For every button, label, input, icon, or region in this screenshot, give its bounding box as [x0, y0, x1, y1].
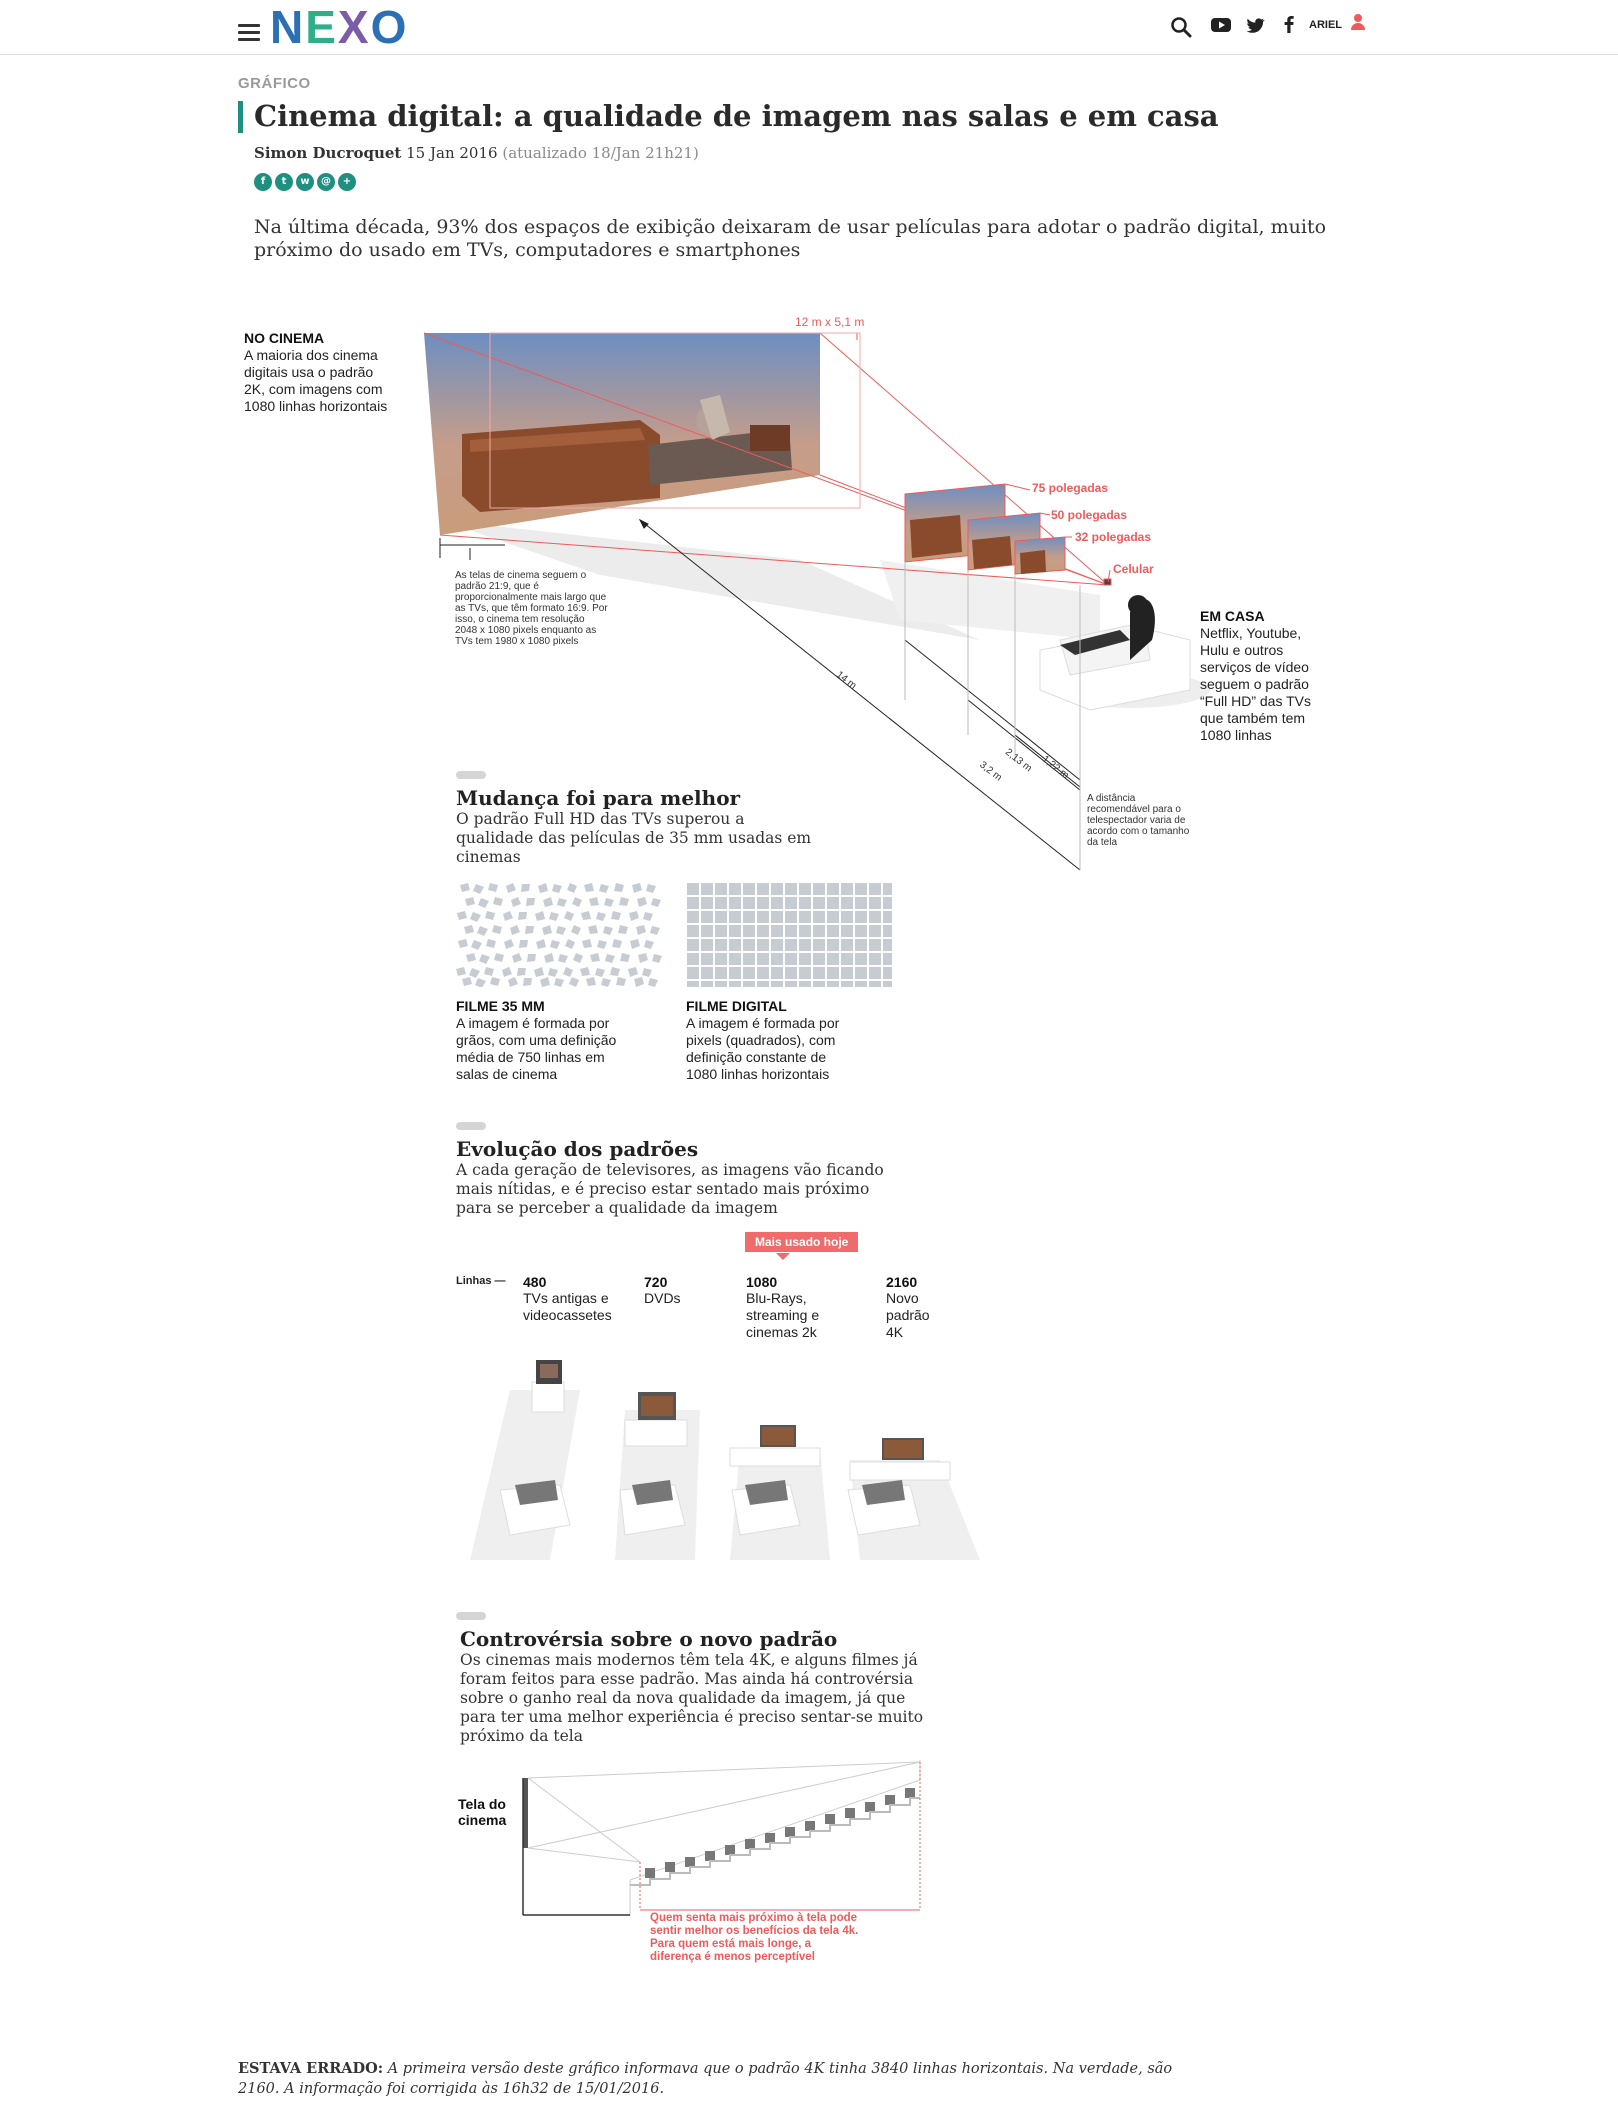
tv-generations-illustration: [470, 1360, 980, 1560]
digital-film-description: A imagem é formada por pixels (quadrados…: [686, 1015, 840, 1082]
cinema-screen-label: Tela do cinema: [458, 1796, 507, 1828]
tv32-label: 32 polegadas: [1075, 530, 1152, 544]
seat-rows: [645, 1788, 915, 1878]
correction-note: ESTAVA ERRADO: A primeira versão deste g…: [238, 2059, 1178, 2099]
seat-distance-note: Quem senta mais próximo à tela pode sent…: [650, 1912, 859, 1963]
standard-480: 480 TVs antigas e videocassetes: [523, 1274, 612, 1323]
home-description: Netflix, Youtube, Hulu e outros serviços…: [1200, 625, 1311, 743]
section3-heading: Controvérsia sobre o novo padrão: [460, 1627, 838, 1651]
aspect-ratio-note: As telas de cinema seguem o padrão 21:9,…: [455, 570, 608, 647]
digital-pixel-grid: [686, 882, 892, 987]
phone-label: Celular: [1113, 562, 1154, 576]
home-heading: EM CASA: [1200, 608, 1265, 624]
section1-text: O padrão Full HD das TVs superou a quali…: [456, 810, 812, 866]
section2-text: A cada geração de televisores, as imagen…: [456, 1161, 884, 1217]
digital-film-heading: FILME DIGITAL: [686, 998, 787, 1014]
section3-text: Os cinemas mais modernos têm tela 4K, e …: [460, 1651, 924, 1745]
badge-pointer: [776, 1253, 790, 1260]
phone-device: [1103, 578, 1112, 586]
cinema-screen-size: 12 m x 5,1 m: [795, 315, 865, 329]
lines-axis-label: Linhas —: [456, 1275, 506, 1287]
standard-720: 720 DVDs: [644, 1274, 681, 1306]
cinema-vs-home-illustration: [423, 332, 1210, 871]
section-marker: [456, 771, 486, 779]
section-marker: [456, 1612, 486, 1620]
tv50-label: 50 polegadas: [1051, 508, 1128, 522]
standard-1080: 1080 Blu-Rays, streaming e cinemas 2k: [746, 1274, 820, 1340]
correction-label: ESTAVA ERRADO:: [238, 2060, 384, 2077]
film-35mm-heading: FILME 35 MM: [456, 998, 545, 1014]
cinema-heading: NO CINEMA: [244, 330, 325, 346]
film-grain-texture: [456, 882, 662, 987]
tv-32-inch: [1014, 536, 1066, 575]
most-used-badge: Mais usado hoje: [745, 1232, 859, 1252]
section1-heading: Mudança foi para melhor: [456, 786, 741, 810]
distance-note: A distância recomendável para o telespec…: [1087, 793, 1190, 848]
cinema-description: A maioria dos cinema digitais usa o padr…: [244, 347, 388, 414]
section-marker: [456, 1122, 486, 1130]
theater-seating-diagram: [522, 1760, 921, 1916]
standard-2160: 2160 Novo padrão 4K: [886, 1274, 930, 1340]
film-35mm-description: A imagem é formada por grãos, com uma de…: [456, 1015, 617, 1082]
section2-heading: Evolução dos padrões: [456, 1137, 699, 1161]
tv75-label: 75 polegadas: [1032, 481, 1109, 495]
